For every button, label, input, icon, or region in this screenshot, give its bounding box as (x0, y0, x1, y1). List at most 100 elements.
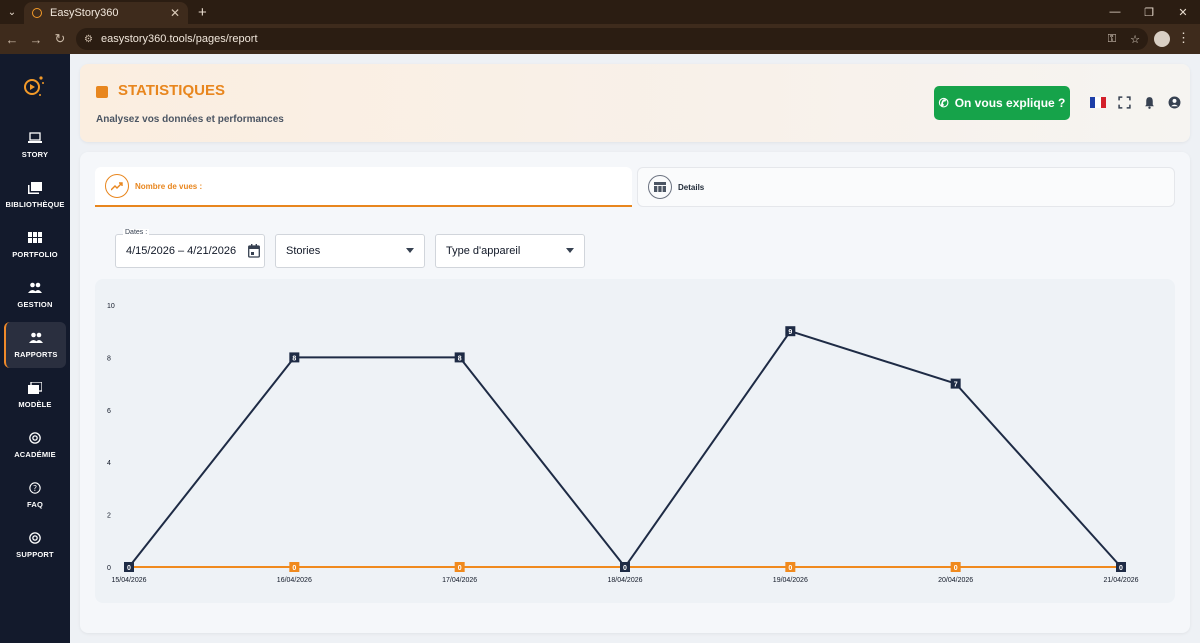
data-label: 0 (623, 565, 627, 572)
x-tick-label: 15/04/2026 (111, 577, 146, 584)
device-type-select[interactable]: Type d'appareil (435, 234, 585, 268)
data-label: 0 (292, 565, 296, 572)
data-label: 0 (788, 565, 792, 572)
tab-details-label: Details (678, 182, 705, 192)
password-key-icon[interactable]: ⚿ (1108, 33, 1116, 46)
date-range-field[interactable]: Dates : 4/15/2026 – 4/21/2026 (115, 229, 265, 268)
lifebuoy-icon (29, 431, 41, 444)
template-icon (28, 381, 42, 394)
users-icon (29, 332, 43, 343)
close-tab-icon[interactable]: ✕ (170, 6, 180, 20)
favicon-icon (32, 8, 42, 18)
users-icon (28, 282, 42, 293)
sidebar: STORY BIBLIOTHÈQUE PORTFOLIO GESTION RAP… (0, 54, 70, 643)
sidebar-item-label: SUPPORT (16, 549, 54, 559)
calendar-icon[interactable] (248, 244, 260, 258)
laptop-icon (28, 131, 42, 143)
back-icon[interactable]: ← (0, 32, 24, 47)
sidebar-item-rapports[interactable]: RAPPORTS (4, 322, 66, 368)
data-label: 0 (127, 565, 131, 572)
profile-avatar-icon[interactable] (1154, 31, 1170, 47)
lifebuoy-icon (29, 531, 41, 544)
y-tick-label: 4 (107, 460, 111, 467)
window-controls: — ❐ ✕ (1098, 0, 1200, 24)
data-label: 0 (458, 565, 462, 572)
minimize-icon[interactable]: — (1098, 0, 1132, 24)
table-icon (648, 175, 672, 199)
tab-views[interactable]: Nombre de vues : (95, 167, 632, 207)
sidebar-item-support[interactable]: SUPPORT (4, 522, 66, 568)
sidebar-item-label: ACADÉMIE (14, 449, 56, 459)
sidebar-item-modele[interactable]: MODÈLE (4, 372, 66, 418)
page-title: STATISTIQUES (118, 82, 225, 99)
browser-menu-icon[interactable]: ⋮ (1177, 30, 1190, 46)
x-tick-label: 19/04/2026 (773, 577, 808, 584)
series-line (128, 330, 1122, 569)
header-actions (1090, 96, 1181, 109)
new-tab-icon[interactable]: + (198, 4, 207, 21)
report-card: Nombre de vues : Details Dates : 4/15/20… (80, 152, 1190, 633)
browser-toolbar: ← → ↻ ⚙ easystory360.tools/pages/report … (0, 24, 1200, 54)
address-bar[interactable]: ⚙ easystory360.tools/pages/report ⚿ ☆ (76, 28, 1148, 50)
x-tick-label: 21/04/2026 (1103, 577, 1138, 584)
tab-title: EasyStory360 (50, 7, 119, 19)
trending-up-icon (105, 174, 129, 198)
date-range-value: 4/15/2026 – 4/21/2026 (126, 245, 237, 257)
data-label: 8 (292, 355, 296, 362)
account-icon[interactable] (1168, 96, 1181, 109)
phone-icon: ✆ (938, 96, 949, 110)
question-icon: ? (29, 481, 41, 494)
sidebar-item-portfolio[interactable]: PORTFOLIO (4, 222, 66, 268)
fullscreen-icon[interactable] (1118, 96, 1131, 109)
sidebar-item-label: PORTFOLIO (12, 249, 58, 259)
sidebar-item-story[interactable]: STORY (4, 122, 66, 168)
bell-icon[interactable] (1143, 96, 1156, 109)
sidebar-item-label: GESTION (17, 299, 53, 309)
explain-button[interactable]: ✆ On vous explique ? (934, 86, 1070, 120)
x-tick-label: 17/04/2026 (442, 577, 477, 584)
x-tick-label: 16/04/2026 (277, 577, 312, 584)
dropdown-arrow-icon (406, 248, 414, 253)
data-label: 9 (788, 329, 792, 336)
site-info-icon[interactable]: ⚙ (84, 34, 93, 45)
dropdown-arrow-icon (566, 248, 574, 253)
easystory-logo[interactable] (22, 74, 46, 98)
reload-icon[interactable]: ↻ (48, 31, 72, 47)
sidebar-item-label: RAPPORTS (14, 349, 58, 359)
browser-tab[interactable]: EasyStory360 ✕ (24, 2, 188, 24)
y-tick-label: 10 (107, 303, 115, 310)
sidebar-item-academie[interactable]: ACADÉMIE (4, 422, 66, 468)
browser-tabbar: ⌄ EasyStory360 ✕ + — ❐ ✕ (0, 0, 1200, 24)
data-label: 0 (954, 565, 958, 572)
sidebar-item-label: FAQ (26, 499, 44, 509)
main-content: STATISTIQUES Analysez vos données et per… (70, 54, 1200, 643)
stories-select[interactable]: Stories (275, 234, 425, 268)
y-tick-label: 2 (107, 513, 111, 520)
views-line-chart: 0 2 4 6 8 10 15/04/2026 16/04/2026 17/04/2026 18/… (107, 303, 1139, 584)
sidebar-item-bibliotheque[interactable]: BIBLIOTHÈQUE (4, 172, 66, 218)
forward-icon[interactable]: → (24, 32, 48, 47)
sidebar-item-gestion[interactable]: GESTION (4, 272, 66, 318)
data-label: 7 (954, 382, 958, 389)
french-flag-icon[interactable] (1090, 97, 1106, 108)
data-label: 0 (1119, 565, 1123, 572)
device-type-select-value: Type d'appareil (446, 245, 521, 257)
date-range-legend: Dates : (123, 229, 150, 236)
stats-icon (96, 86, 108, 98)
x-tick-label: 18/04/2026 (607, 577, 642, 584)
stories-select-value: Stories (286, 245, 321, 257)
tab-details[interactable]: Details (637, 167, 1175, 207)
x-tick-label: 20/04/2026 (938, 577, 973, 584)
sidebar-item-faq[interactable]: ? FAQ (4, 472, 66, 518)
close-window-icon[interactable]: ✕ (1166, 0, 1200, 24)
page-header: STATISTIQUES Analysez vos données et per… (80, 64, 1190, 142)
restore-icon[interactable]: ❐ (1132, 0, 1166, 24)
sidebar-item-label: MODÈLE (18, 399, 52, 409)
bookmark-star-icon[interactable]: ☆ (1130, 33, 1140, 46)
tab-search-icon[interactable]: ⌄ (0, 0, 24, 24)
svg-text:?: ? (33, 484, 37, 493)
sidebar-item-label: BIBLIOTHÈQUE (5, 199, 65, 209)
tab-views-label: Nombre de vues : (135, 181, 203, 191)
y-tick-label: 0 (107, 565, 111, 572)
library-icon (28, 181, 42, 194)
